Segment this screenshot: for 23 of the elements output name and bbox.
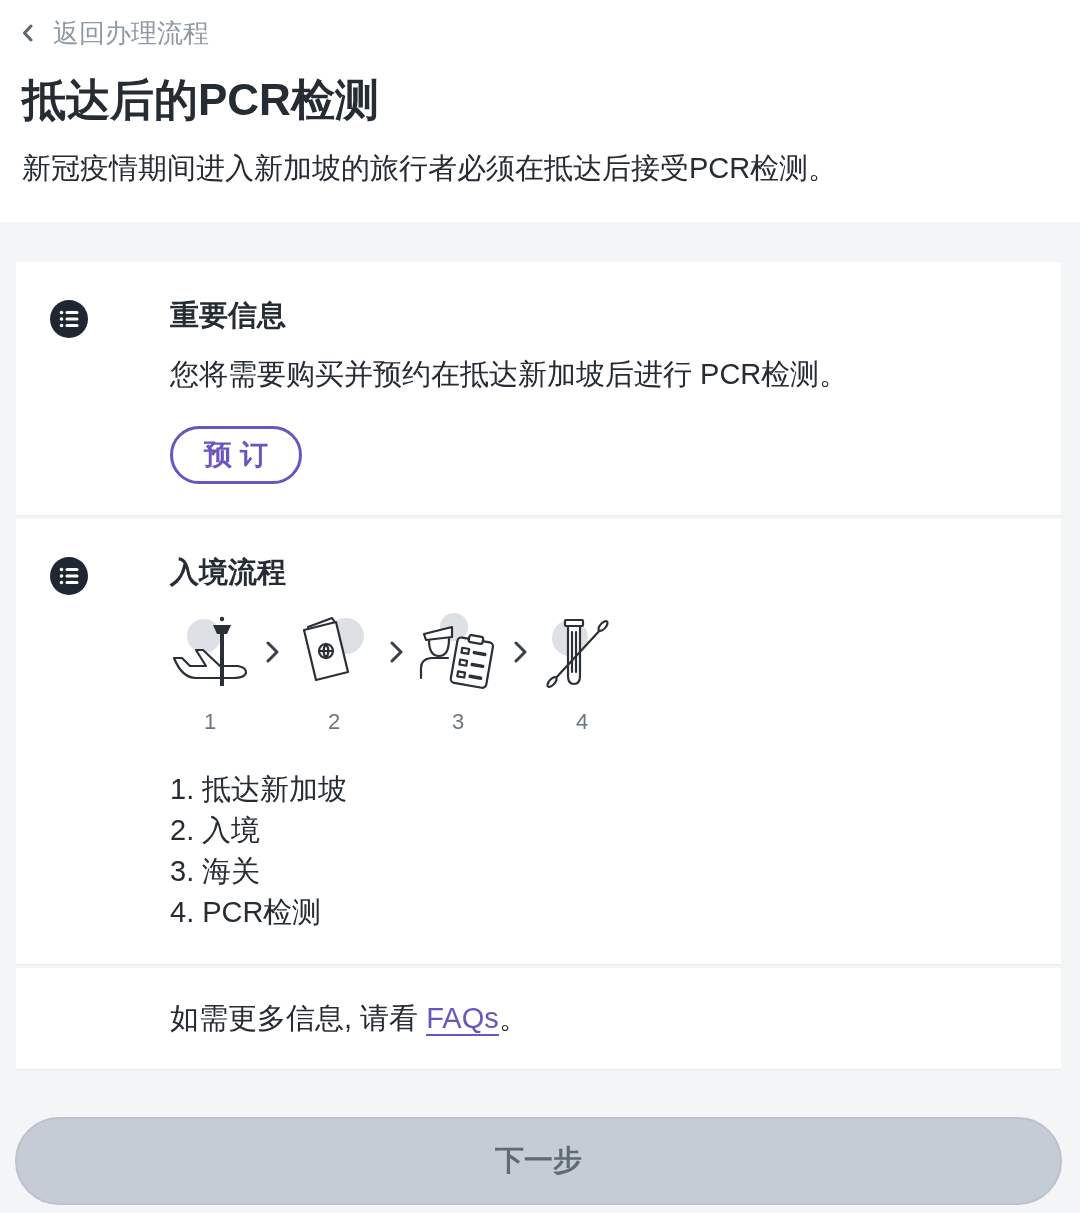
- info-text: 您将需要购买并预约在抵达新加坡后进行 PCR检测。: [170, 357, 849, 392]
- step-list-item: 4. PCR检测: [170, 895, 323, 930]
- list-icon: [50, 557, 88, 595]
- step-number: 2: [327, 708, 341, 736]
- step-list-item: 3. 海关: [170, 854, 262, 889]
- list-icon: [50, 300, 88, 338]
- chevron-icon: [389, 641, 403, 663]
- step-list-item: 2. 入境: [170, 813, 262, 848]
- step-number: 3: [451, 708, 465, 736]
- book-button[interactable]: 预 订: [170, 426, 302, 484]
- back-chevron-icon: [22, 24, 33, 42]
- section-title: 入境流程: [170, 555, 286, 590]
- step-number: 4: [575, 708, 589, 736]
- step-number: 1: [203, 708, 217, 736]
- chevron-icon: [513, 641, 527, 663]
- page-title: 抵达后的PCR检测: [22, 74, 380, 126]
- page-subtitle: 新冠疫情期间进入新加坡的旅行者必须在抵达后接受PCR检测。: [22, 151, 839, 186]
- more-info-text: 如需更多信息, 请看 FAQs。: [170, 1001, 528, 1038]
- back-link[interactable]: 返回办理流程: [22, 16, 209, 50]
- section-title: 重要信息: [170, 298, 286, 333]
- step-list-item: 1. 抵达新加坡: [170, 772, 348, 807]
- chevron-icon: [265, 641, 279, 663]
- faqs-link[interactable]: FAQs: [426, 1002, 499, 1036]
